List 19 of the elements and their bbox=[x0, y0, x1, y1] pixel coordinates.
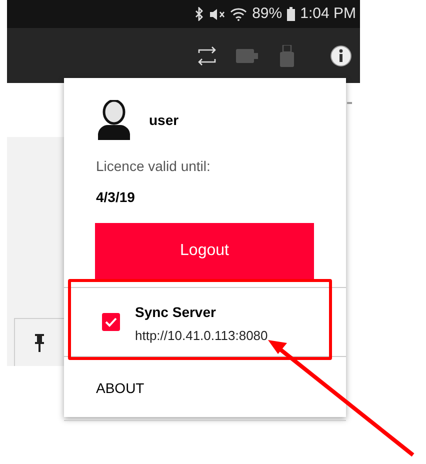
swap-arrows-icon[interactable] bbox=[196, 46, 218, 66]
checkbox[interactable] bbox=[102, 313, 120, 331]
logout-button[interactable]: Logout bbox=[95, 223, 314, 279]
sync-server-title: Sync Server bbox=[135, 302, 217, 322]
battery-percentage: 89% bbox=[252, 4, 282, 24]
mute-icon bbox=[209, 8, 226, 20]
bluetooth-icon bbox=[195, 7, 204, 21]
sync-server-url: http://10.41.0.113:8080 bbox=[135, 328, 268, 342]
user-icon bbox=[96, 100, 132, 140]
licence-label: Licence valid until: bbox=[96, 157, 212, 176]
licence-date: 4/3/19 bbox=[96, 188, 136, 207]
battery-icon bbox=[287, 7, 296, 21]
clock: 1:04 PM bbox=[300, 4, 356, 24]
info-icon[interactable] bbox=[330, 44, 352, 66]
about-menu-item[interactable]: ABOUT bbox=[96, 378, 144, 399]
user-name: user bbox=[149, 110, 179, 130]
wifi-icon bbox=[230, 7, 248, 21]
pin-icon[interactable] bbox=[35, 334, 44, 352]
dash-mark bbox=[347, 102, 352, 104]
